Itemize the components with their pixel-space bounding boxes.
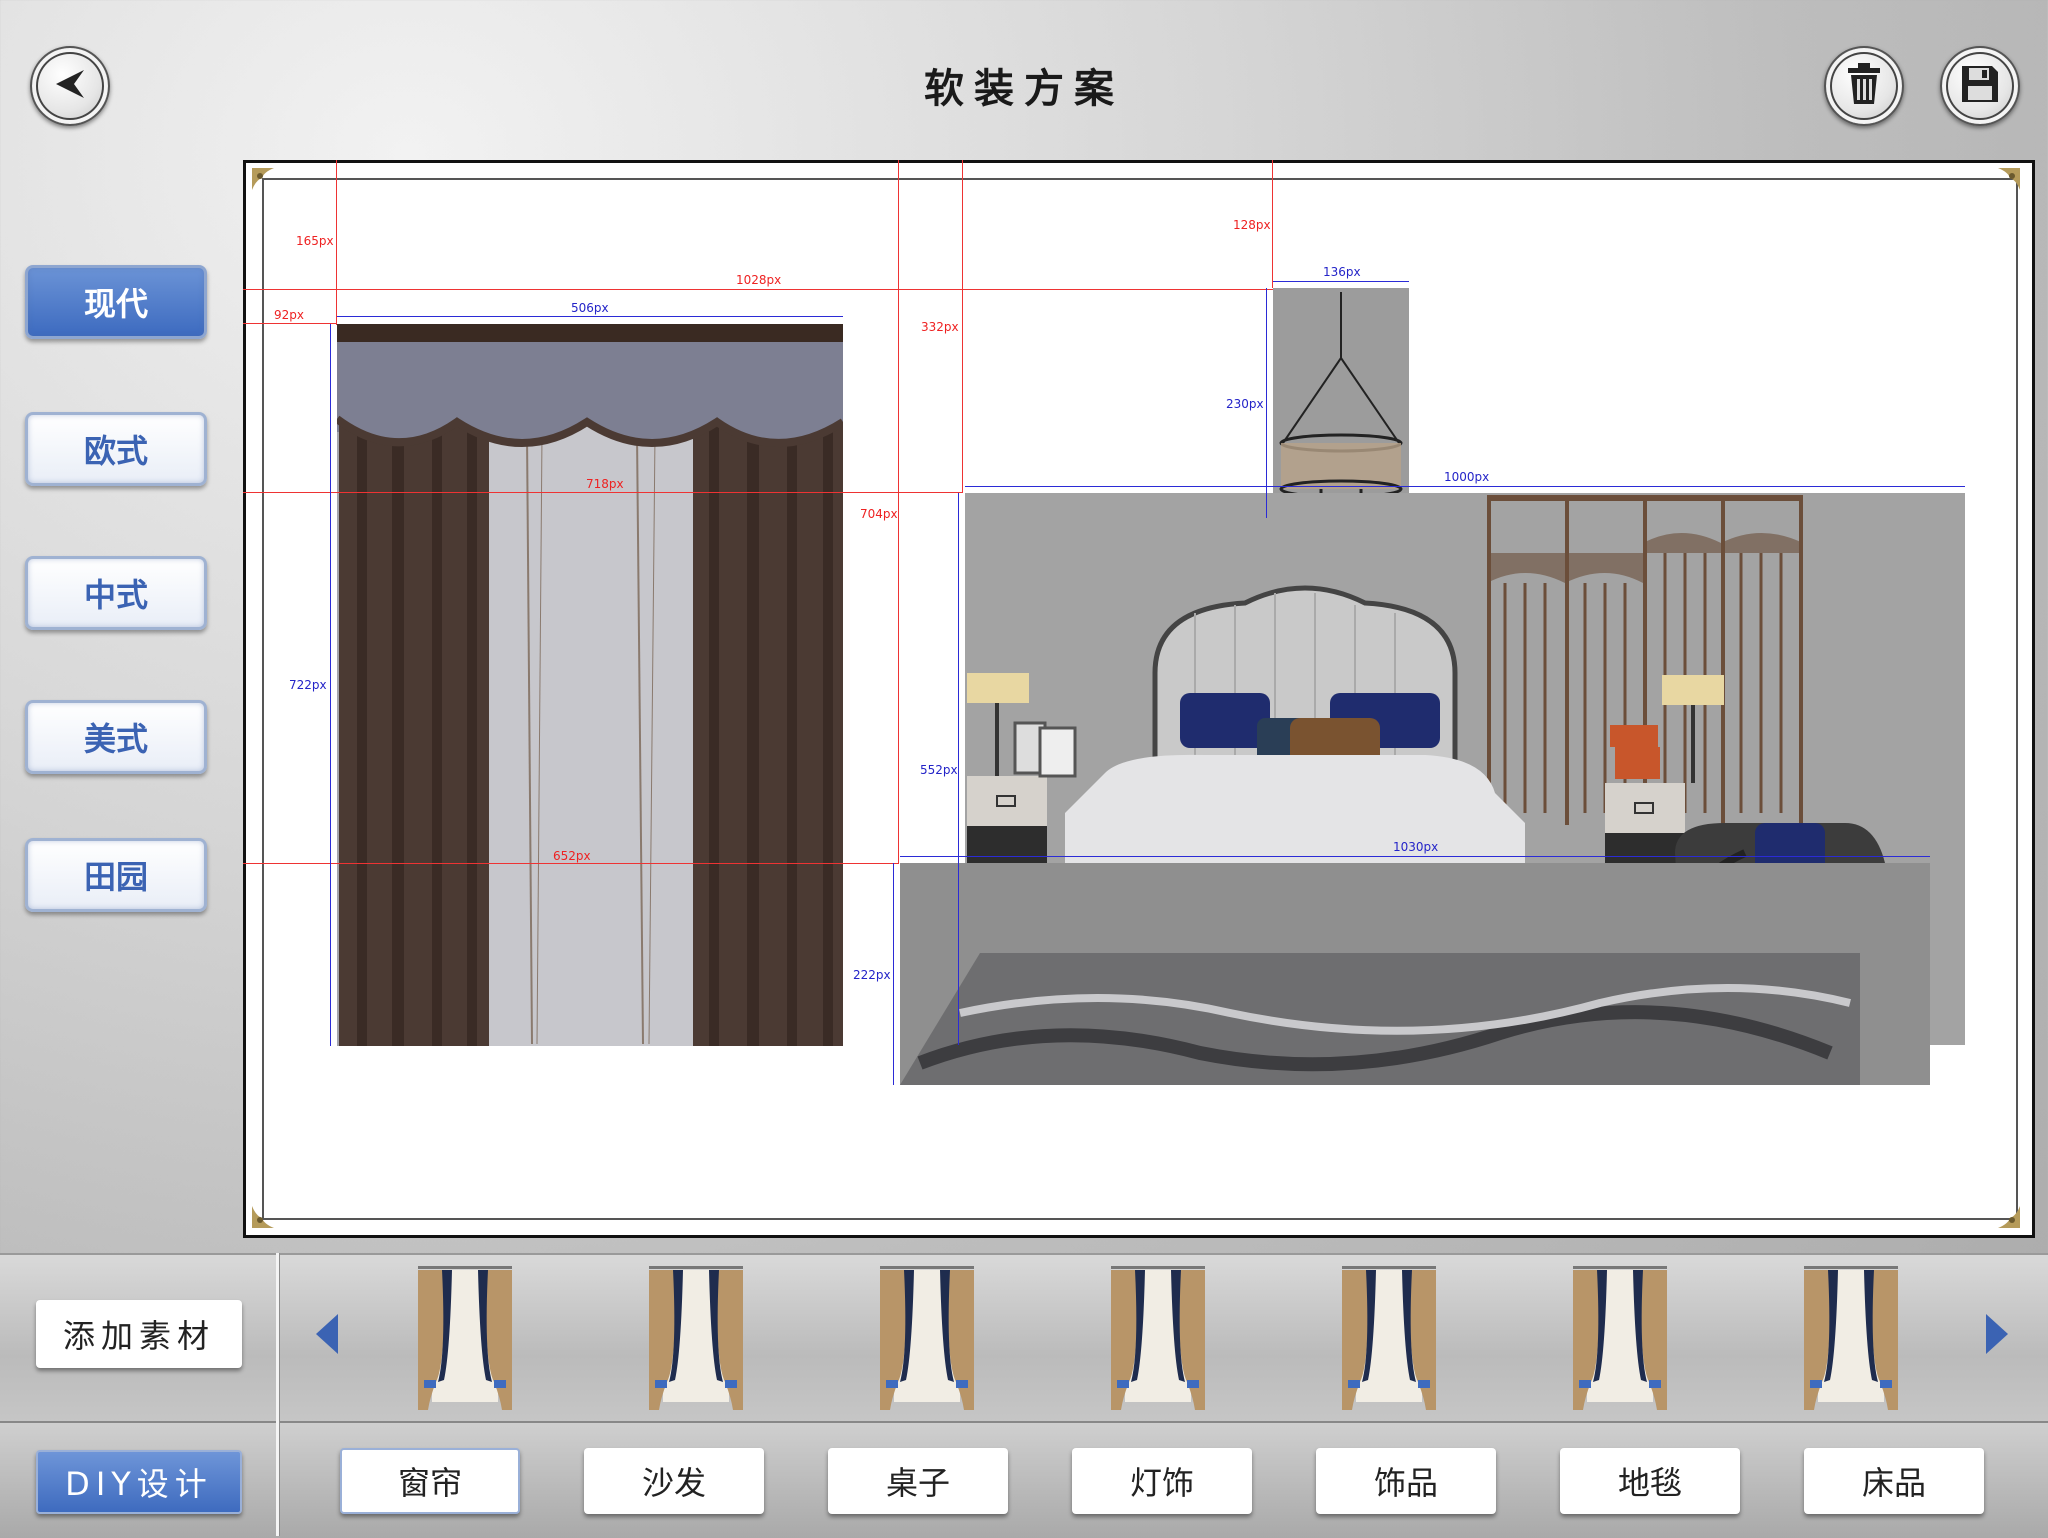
prev-arrow-button[interactable] [312, 1312, 342, 1360]
measure-label: 1030px [1393, 840, 1439, 854]
measure-line [900, 856, 1930, 857]
style-button-modern[interactable]: 现代 [25, 265, 207, 339]
tab-label: 窗帘 [397, 1464, 462, 1502]
tab-sofa[interactable]: 沙发 [584, 1448, 764, 1514]
material-thumbnail[interactable] [872, 1262, 982, 1414]
style-label: 美式 [83, 720, 148, 758]
style-button-american[interactable]: 美式 [25, 700, 207, 774]
style-button-chinese[interactable]: 中式 [25, 556, 207, 630]
divider [276, 1421, 279, 1536]
measure-label: 1000px [1444, 470, 1490, 484]
arrow-right-icon [1982, 1314, 2012, 1360]
style-button-european[interactable]: 欧式 [25, 412, 207, 486]
measure-line [898, 160, 899, 864]
diy-design-button[interactable]: DIY设计 [36, 1450, 242, 1514]
corner-ornament-icon [1996, 166, 2022, 192]
divider [276, 1253, 279, 1421]
material-thumbnail[interactable] [1103, 1262, 1213, 1414]
material-thumbnail[interactable] [1334, 1262, 1444, 1414]
style-label: 欧式 [83, 432, 148, 470]
tab-label: 沙发 [641, 1464, 706, 1502]
rug-item[interactable] [900, 863, 1930, 1085]
add-material-button[interactable]: 添加素材 [36, 1300, 242, 1368]
measure-label: 652px [553, 849, 591, 863]
measure-line [958, 493, 959, 1045]
save-disk-icon [1960, 64, 2000, 108]
measure-label: 552px [920, 763, 958, 777]
measure-line [330, 324, 331, 1046]
materials-strip [0, 1253, 2048, 1423]
measure-line [337, 316, 843, 317]
diy-design-label: DIY设计 [65, 1465, 213, 1503]
measure-line [1266, 288, 1267, 518]
measure-label: 704px [860, 507, 898, 521]
measure-label: 1028px [736, 273, 782, 287]
trash-icon [1844, 62, 1884, 110]
tab-curtains[interactable]: 窗帘 [340, 1448, 520, 1514]
arrow-left-icon [312, 1314, 342, 1360]
curtain-item[interactable] [334, 324, 846, 1046]
measure-label: 718px [586, 477, 624, 491]
tab-label: 桌子 [885, 1464, 950, 1502]
category-tabbar [0, 1421, 2048, 1538]
save-button[interactable] [1940, 46, 2020, 126]
style-label: 现代 [83, 285, 148, 323]
measure-line [336, 160, 337, 325]
measure-label: 222px [853, 968, 891, 982]
page-title: 软装方案 [924, 66, 1124, 112]
corner-ornament-icon [250, 1204, 276, 1230]
measure-line [243, 323, 336, 324]
measure-label: 165px [296, 234, 334, 248]
measure-line [1273, 281, 1409, 282]
style-label: 中式 [83, 576, 148, 614]
style-button-pastoral[interactable]: 田园 [25, 838, 207, 912]
measure-label: 332px [921, 320, 959, 334]
measure-label: 136px [1323, 265, 1361, 279]
tab-bedding[interactable]: 床品 [1804, 1448, 1984, 1514]
tab-rug[interactable]: 地毯 [1560, 1448, 1740, 1514]
measure-label: 92px [274, 308, 304, 322]
measure-line [1272, 160, 1273, 288]
measure-label: 506px [571, 301, 609, 315]
tab-label: 床品 [1861, 1464, 1926, 1502]
tab-label: 灯饰 [1129, 1464, 1194, 1502]
measure-line [243, 492, 963, 493]
measure-line [965, 486, 1965, 487]
tab-table[interactable]: 桌子 [828, 1448, 1008, 1514]
tab-decor[interactable]: 饰品 [1316, 1448, 1496, 1514]
measure-label: 722px [289, 678, 327, 692]
tab-lighting[interactable]: 灯饰 [1072, 1448, 1252, 1514]
style-label: 田园 [83, 858, 148, 896]
measure-line [962, 160, 963, 492]
tab-label: 饰品 [1373, 1464, 1438, 1502]
measure-line [243, 863, 899, 864]
material-thumbnail[interactable] [1796, 1262, 1906, 1414]
corner-ornament-icon [250, 166, 276, 192]
add-material-label: 添加素材 [62, 1317, 215, 1355]
corner-ornament-icon [1996, 1204, 2022, 1230]
measure-label: 128px [1233, 218, 1271, 232]
measure-line [893, 863, 894, 1085]
chandelier-item[interactable] [1273, 288, 1409, 518]
material-thumbnail[interactable] [641, 1262, 751, 1414]
delete-button[interactable] [1824, 46, 1904, 126]
tab-label: 地毯 [1617, 1464, 1682, 1502]
material-thumbnail[interactable] [410, 1262, 520, 1414]
next-arrow-button[interactable] [1982, 1312, 2012, 1360]
measure-line [243, 289, 1273, 290]
material-thumbnail[interactable] [1565, 1262, 1675, 1414]
measure-label: 230px [1226, 397, 1264, 411]
